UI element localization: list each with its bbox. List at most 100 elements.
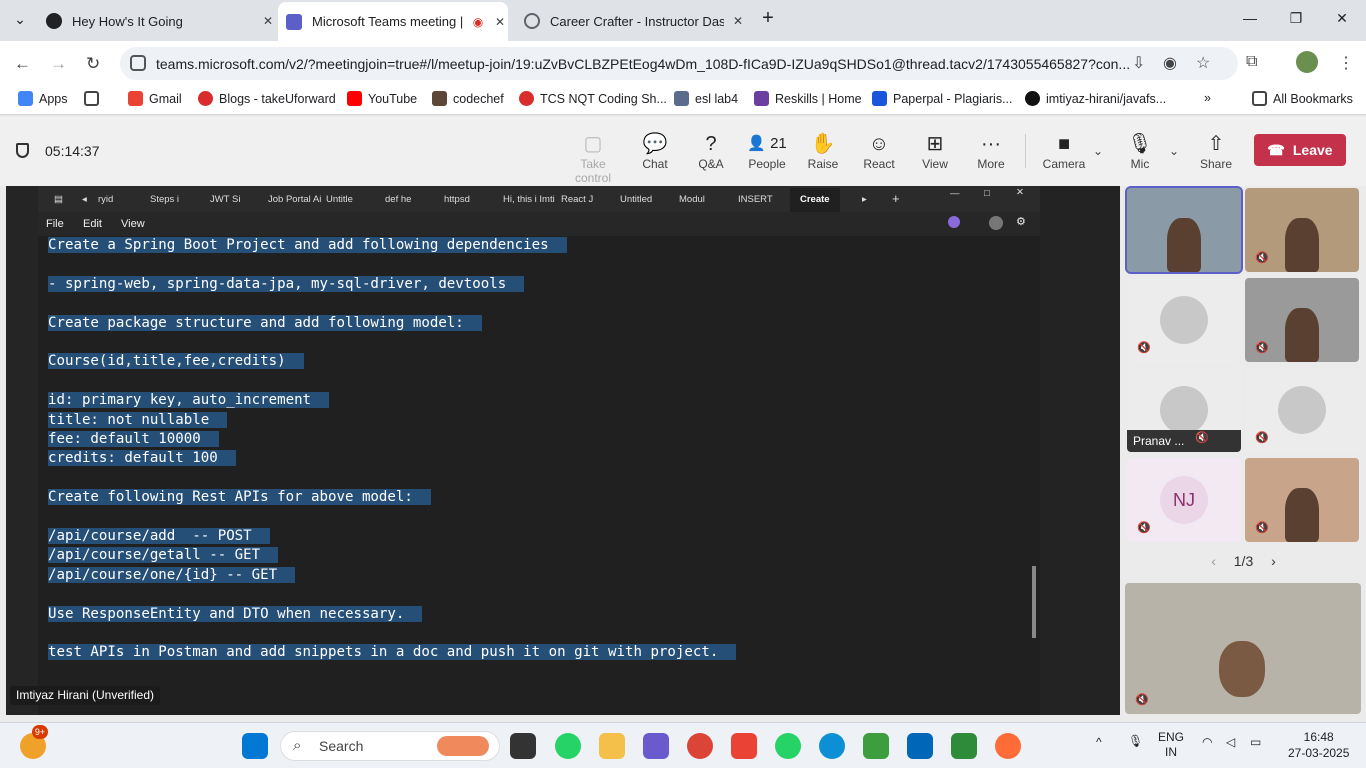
- copilot-app-icon[interactable]: [643, 733, 669, 759]
- leave-button[interactable]: ☎ Leave: [1254, 134, 1346, 166]
- camera-options-chevron[interactable]: ⌄: [1088, 144, 1108, 158]
- bookmark-star-icon[interactable]: ☆: [1196, 53, 1210, 73]
- mic-button[interactable]: 🎙 Mic: [1112, 131, 1168, 171]
- close-tab-icon[interactable]: ✕: [260, 14, 276, 28]
- notepad-tab[interactable]: Untitled: [620, 194, 652, 205]
- notepad-new-tab-icon[interactable]: +: [892, 191, 900, 206]
- url-field[interactable]: teams.microsoft.com/v2/?meetingjoin=true…: [120, 47, 1238, 80]
- pager-next-icon[interactable]: ›: [1271, 553, 1276, 569]
- volume-icon[interactable]: ◁: [1226, 735, 1235, 749]
- participant-tile[interactable]: 🔇: [1245, 458, 1359, 542]
- scroll-right-icon[interactable]: ▸: [862, 194, 867, 205]
- notepad-tab[interactable]: Job Portal Ai: [268, 194, 321, 205]
- chrome-icon[interactable]: [687, 733, 713, 759]
- forward-icon[interactable]: →: [50, 54, 67, 74]
- more-bookmarks-icon[interactable]: »: [1204, 91, 1211, 105]
- chrome-menu-icon[interactable]: ⋮: [1338, 53, 1354, 73]
- browser-tab-1[interactable]: Hey How's It Going ✕: [46, 6, 276, 36]
- menu-edit[interactable]: Edit: [83, 218, 102, 230]
- self-video-tile[interactable]: 🔇: [1125, 583, 1361, 714]
- whatsapp-icon[interactable]: [555, 733, 581, 759]
- more-button[interactable]: ··· More: [963, 131, 1019, 171]
- pager-prev-icon[interactable]: ‹: [1211, 553, 1216, 569]
- bookmark-tcs[interactable]: TCS NQT Coding Sh...: [519, 91, 667, 106]
- notepad-scrollbar[interactable]: [1032, 566, 1036, 638]
- battery-icon[interactable]: ▭: [1250, 735, 1261, 749]
- close-tab-icon[interactable]: ✕: [730, 14, 746, 28]
- participant-tile[interactable]: 🔇: [1127, 278, 1241, 362]
- notepad-tab[interactable]: httpsd: [444, 194, 470, 205]
- share-button[interactable]: ⇧ Share: [1188, 131, 1244, 171]
- view-button[interactable]: ⊞ View: [907, 131, 963, 171]
- notepad-tab[interactable]: Modul: [679, 194, 705, 205]
- take-control-button[interactable]: ▢ Take control: [563, 131, 623, 185]
- notepad-minimize-icon[interactable]: —: [950, 188, 960, 199]
- people-button[interactable]: 👤 21 People: [739, 131, 795, 171]
- all-bookmarks[interactable]: All Bookmarks: [1252, 91, 1353, 106]
- bookmark-tuf[interactable]: Blogs - takeUforward: [198, 91, 336, 106]
- clock[interactable]: 16:48 27-03-2025: [1288, 729, 1349, 761]
- minimize-icon[interactable]: —: [1240, 10, 1260, 26]
- settings-gear-icon[interactable]: ⚙: [1016, 215, 1026, 228]
- reload-icon[interactable]: ↻: [86, 54, 100, 74]
- app-green-icon[interactable]: [863, 733, 889, 759]
- notepad-tab[interactable]: Untitle: [326, 194, 353, 205]
- camera-button[interactable]: ■ Camera: [1036, 131, 1092, 171]
- participant-tile[interactable]: [1125, 186, 1243, 274]
- back-icon[interactable]: ←: [14, 54, 31, 74]
- bookmark-github[interactable]: imtiyaz-hirani/javafs...: [1025, 91, 1166, 106]
- scroll-left-icon[interactable]: ◂: [82, 194, 87, 205]
- copilot-icon[interactable]: [948, 216, 960, 228]
- notepad-tab[interactable]: Hi, this i Imti: [503, 194, 555, 205]
- qa-button[interactable]: ? Q&A: [683, 131, 739, 171]
- raise-button[interactable]: ✋ Raise: [795, 131, 851, 171]
- bookmark-paperpal[interactable]: Paperpal - Plagiaris...: [872, 91, 1013, 106]
- postman-icon[interactable]: [995, 733, 1021, 759]
- bookmark-gmail[interactable]: Gmail: [128, 91, 182, 106]
- bookmark-youtube[interactable]: YouTube: [347, 91, 417, 106]
- mic-tray-icon[interactable]: 🎙: [1128, 734, 1143, 748]
- bookmark-grid[interactable]: [84, 91, 105, 106]
- notepad-tab[interactable]: INSERT: [738, 194, 773, 205]
- participant-tile[interactable]: NJ 🔇: [1127, 458, 1241, 542]
- show-hidden-icons[interactable]: ^: [1096, 735, 1102, 749]
- install-app-icon[interactable]: ⇩: [1132, 53, 1145, 73]
- participant-tile[interactable]: 🔇: [1245, 188, 1359, 272]
- start-icon[interactable]: [242, 733, 268, 759]
- edge-icon[interactable]: [819, 733, 845, 759]
- eye-icon[interactable]: ◉: [1163, 53, 1177, 73]
- close-tab-icon[interactable]: ✕: [492, 15, 508, 29]
- whatsapp-2-icon[interactable]: [775, 733, 801, 759]
- chat-button[interactable]: 💬 Chat: [627, 131, 683, 171]
- participant-tile[interactable]: 🔇: [1245, 278, 1359, 362]
- notepad-tab[interactable]: ryid: [98, 194, 113, 205]
- site-info-icon[interactable]: [130, 55, 146, 71]
- participant-tile[interactable]: Pranav ... 🔇: [1127, 368, 1241, 452]
- vscode-icon[interactable]: [907, 733, 933, 759]
- account-icon[interactable]: [989, 216, 1003, 230]
- language-indicator[interactable]: ENG IN: [1158, 730, 1184, 760]
- notepad-tab[interactable]: def he: [385, 194, 411, 205]
- file-explorer-icon[interactable]: [599, 733, 625, 759]
- menu-file[interactable]: File: [46, 218, 64, 230]
- new-tab-button[interactable]: +: [758, 7, 778, 30]
- gmail-taskbar-icon[interactable]: [731, 733, 757, 759]
- wifi-icon[interactable]: ◠: [1202, 735, 1212, 749]
- notepad-close-icon[interactable]: ✕: [1016, 187, 1024, 198]
- bookmark-apps[interactable]: Apps: [18, 91, 68, 106]
- notepad-tab[interactable]: React J: [561, 194, 593, 205]
- notepad-tab[interactable]: JWT Si: [210, 194, 240, 205]
- tab-search-icon[interactable]: ⌄: [10, 11, 30, 28]
- task-view-icon[interactable]: [510, 733, 536, 759]
- taskbar-search[interactable]: ⌕ Search: [280, 731, 500, 761]
- app-green-2-icon[interactable]: [951, 733, 977, 759]
- react-button[interactable]: ☺ React: [851, 131, 907, 171]
- bookmark-reskills[interactable]: Reskills | Home: [754, 91, 862, 106]
- profile-avatar[interactable]: [1296, 51, 1318, 73]
- restore-icon[interactable]: ❐: [1286, 10, 1306, 27]
- mic-options-chevron[interactable]: ⌄: [1164, 144, 1184, 158]
- browser-tab-2[interactable]: Microsoft Teams meeting | M ◉ ✕: [278, 2, 508, 41]
- browser-tab-3[interactable]: Career Crafter - Instructor Dash ✕: [524, 6, 746, 36]
- close-window-icon[interactable]: ✕: [1332, 10, 1352, 27]
- bookmark-codechef[interactable]: codechef: [432, 91, 504, 106]
